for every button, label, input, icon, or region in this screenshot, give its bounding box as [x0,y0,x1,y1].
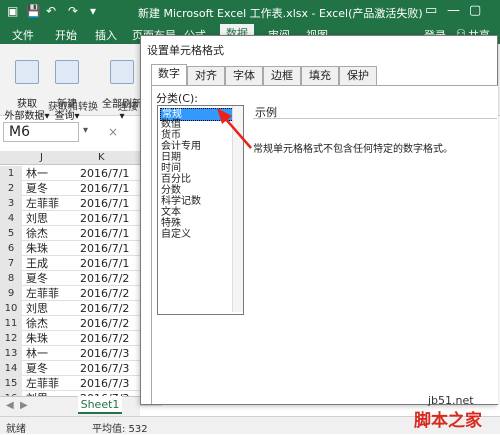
watermark-brand: 脚本之家 [414,411,482,431]
arrow-shaft [223,116,252,149]
arrow-head [217,108,232,124]
annotation-arrow [217,108,252,149]
